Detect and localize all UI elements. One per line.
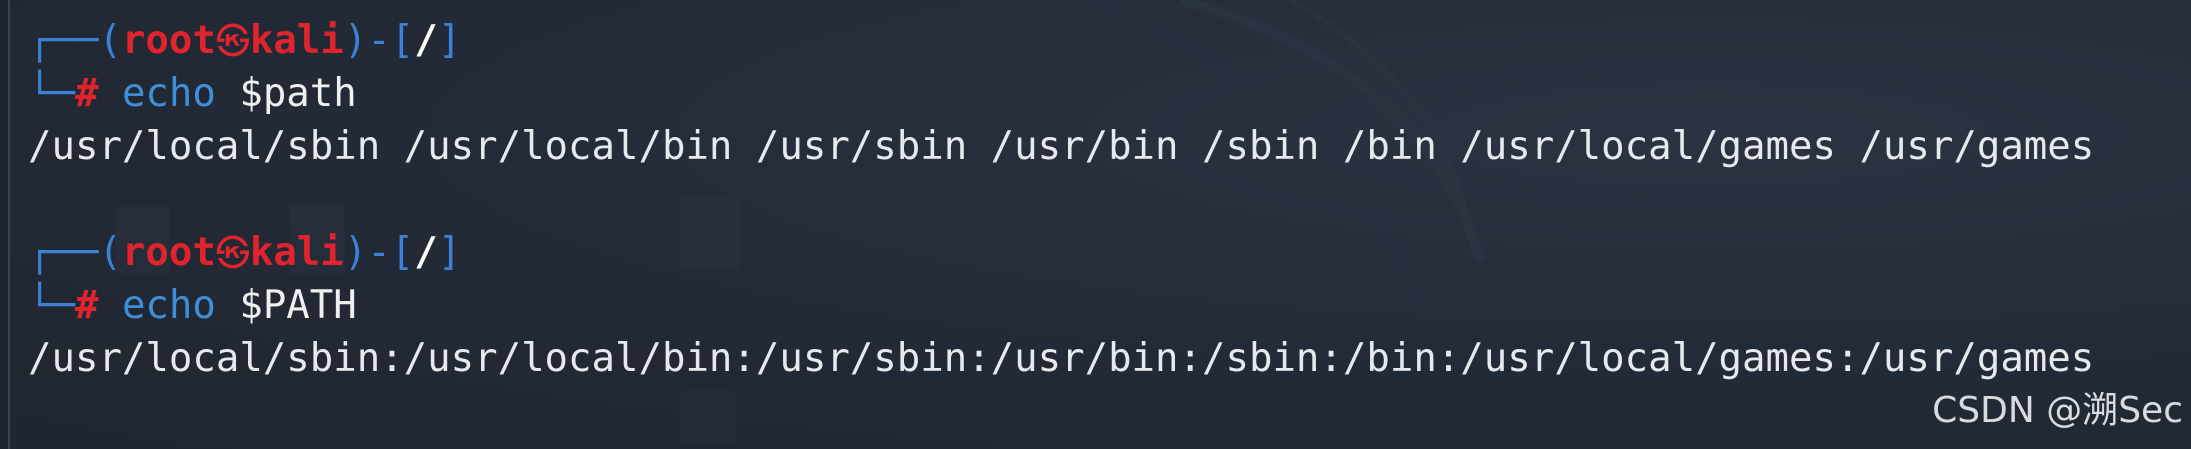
prompt-box-close: ]	[437, 18, 462, 63]
prompt-directory: /	[414, 18, 438, 63]
window-left-edge	[0, 0, 10, 449]
prompt-line: ┌──(root㉿kali)-[/]	[28, 226, 2151, 279]
command-line: └─# echo $PATH	[28, 279, 2151, 332]
csdn-watermark: CSDN @溯Sec	[1932, 390, 2183, 431]
prompt-host: kali	[249, 18, 344, 63]
prompt-box-open: ┌──(	[28, 18, 122, 63]
terminal-output: ┌──(root㉿kali)-[/] └─# echo $path /usr/l…	[28, 14, 2151, 385]
command-name: echo	[121, 71, 216, 116]
root-hash-symbol: #	[74, 71, 99, 116]
command-argument: $path	[239, 71, 357, 116]
terminal-window[interactable]: ┌──(root㉿kali)-[/] └─# echo $path /usr/l…	[0, 0, 2191, 449]
command-output: /usr/local/sbin:/usr/local/bin:/usr/sbin…	[28, 336, 2095, 381]
prompt-host: kali	[249, 230, 344, 275]
prompt-box-mid: )-[	[343, 18, 415, 63]
prompt-box-open: ┌──(	[28, 230, 122, 275]
prompt-box-close: ]	[437, 230, 462, 275]
prompt-user: root	[121, 230, 216, 275]
command-argument: $PATH	[239, 283, 357, 328]
prompt-line: ┌──(root㉿kali)-[/]	[28, 14, 2151, 67]
command-name: echo	[121, 283, 216, 328]
prompt-box-mid: )-[	[343, 230, 415, 275]
root-hash-symbol: #	[74, 283, 99, 328]
command-output: /usr/local/sbin /usr/local/bin /usr/sbin…	[28, 124, 2095, 169]
prompt-user: root	[121, 18, 216, 63]
prompt-corner: └─	[28, 283, 75, 328]
kali-skull-icon: ㉿	[215, 22, 250, 62]
prompt-directory: /	[414, 230, 438, 275]
prompt-corner: └─	[28, 71, 75, 116]
kali-skull-icon: ㉿	[215, 234, 250, 274]
command-line: └─# echo $path	[28, 67, 2151, 120]
